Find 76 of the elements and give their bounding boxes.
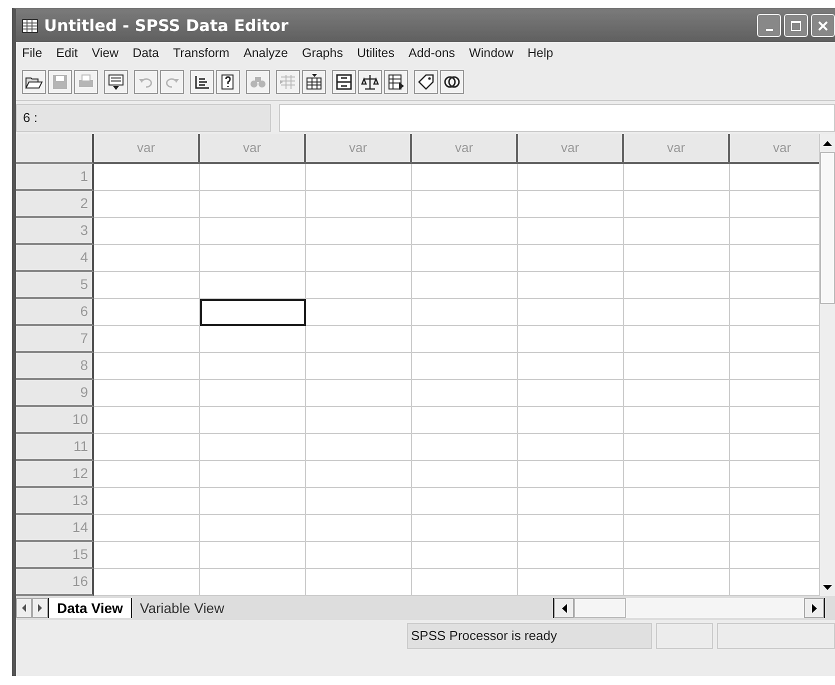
cell-reference: 6 :: [16, 104, 271, 132]
sheet-tab[interactable]: Data View: [48, 598, 131, 618]
column-header[interactable]: var: [94, 134, 200, 164]
column-header[interactable]: var: [730, 134, 820, 164]
menu-item[interactable]: Data: [132, 46, 159, 60]
split-icon: [335, 73, 353, 91]
minimize-icon: [766, 28, 772, 30]
status-panel: [656, 623, 713, 649]
menu-item[interactable]: Help: [528, 46, 554, 60]
row-header[interactable]: 11: [16, 434, 94, 461]
maximize-button[interactable]: [784, 14, 808, 37]
vertical-scrollbar[interactable]: [819, 134, 835, 596]
variables-button[interactable]: [216, 70, 240, 94]
select-button[interactable]: [384, 70, 408, 94]
menu-item[interactable]: Utilites: [356, 46, 394, 60]
column-header[interactable]: var: [306, 134, 412, 164]
row-header[interactable]: 7: [16, 326, 94, 353]
list-icon: [193, 73, 211, 91]
menu-item[interactable]: Transform: [172, 46, 230, 60]
grid-icon: [279, 73, 297, 91]
dialog-icon: [107, 73, 125, 91]
tab-scroll-right-button[interactable]: [32, 598, 48, 618]
close-icon: [817, 20, 829, 32]
menu-item[interactable]: Edit: [56, 46, 78, 60]
column-header[interactable]: var: [518, 134, 624, 164]
open-button[interactable]: [22, 70, 46, 94]
cell-editor-field[interactable]: [279, 104, 835, 132]
row-header[interactable]: 1: [16, 164, 94, 191]
menu-item[interactable]: View: [92, 46, 119, 60]
insert-variable-button[interactable]: [302, 70, 326, 94]
minimize-button[interactable]: [757, 14, 781, 37]
column-header[interactable]: var: [624, 134, 730, 164]
menu-item[interactable]: Graphs: [302, 46, 343, 60]
insert-column-icon: [305, 73, 323, 91]
row-header[interactable]: 2: [16, 191, 94, 218]
tag-icon: [417, 73, 435, 91]
row-header[interactable]: 14: [16, 515, 94, 542]
sets-button[interactable]: [440, 70, 464, 94]
row-header[interactable]: 5: [16, 272, 94, 299]
table-cell[interactable]: [200, 299, 306, 326]
column-header[interactable]: var: [200, 134, 306, 164]
column-header[interactable]: var: [412, 134, 518, 164]
row-header[interactable]: 6: [16, 299, 94, 326]
weight-button[interactable]: [358, 70, 382, 94]
up-arrow-icon: [823, 140, 832, 146]
dialog-button[interactable]: [104, 70, 128, 94]
row-header[interactable]: 10: [16, 407, 94, 434]
row-header[interactable]: 9: [16, 380, 94, 407]
right-arrow-icon: [37, 604, 43, 612]
row-header[interactable]: 16: [16, 569, 94, 596]
scale-icon: [361, 73, 379, 91]
table-arrow-icon: [387, 73, 405, 91]
tab-scroll-left-button[interactable]: [16, 598, 32, 618]
window-title: Untitled - SPSS Data Editor: [44, 16, 288, 35]
row-header[interactable]: 15: [16, 542, 94, 569]
status-message: SPSS Processor is ready: [407, 623, 652, 649]
grid-icon: [22, 18, 38, 32]
menu-item[interactable]: Analyze: [243, 46, 288, 60]
close-button[interactable]: [811, 14, 835, 37]
left-arrow-icon: [21, 604, 27, 612]
left-arrow-icon: [562, 604, 566, 612]
row-header[interactable]: 12: [16, 461, 94, 488]
labels-button[interactable]: [414, 70, 438, 94]
row-header[interactable]: 13: [16, 488, 94, 515]
right-arrow-icon: [812, 604, 816, 612]
menu-item[interactable]: Window: [469, 46, 514, 60]
maximize-icon: [790, 20, 802, 32]
row-header[interactable]: 4: [16, 245, 94, 272]
row-header[interactable]: 8: [16, 353, 94, 380]
menu-item[interactable]: File: [22, 46, 42, 60]
down-arrow-icon: [823, 584, 832, 590]
menu-item[interactable]: Add-ons: [408, 46, 456, 60]
row-header[interactable]: 3: [16, 218, 94, 245]
split-button[interactable]: [332, 70, 356, 94]
goto-button[interactable]: [190, 70, 214, 94]
horizontal-scrollbar[interactable]: [553, 598, 825, 618]
